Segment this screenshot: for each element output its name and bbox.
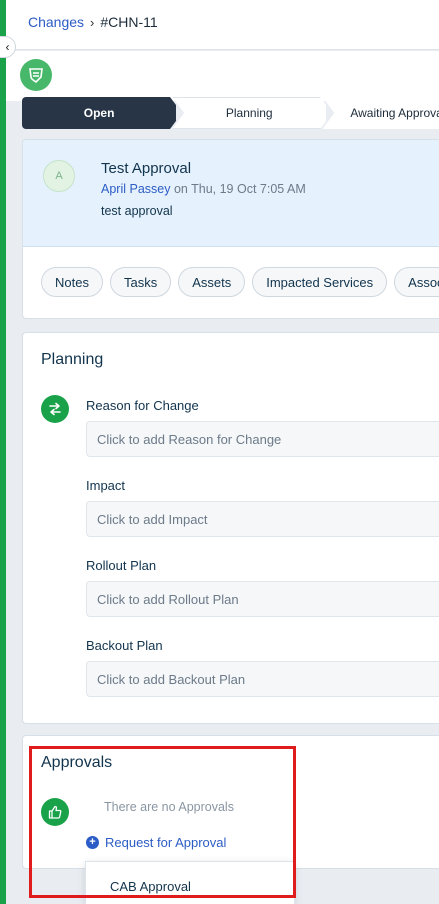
breadcrumb: Changes › #CHN-11 [28, 14, 158, 30]
rollout-plan-field[interactable]: Click to add Rollout Plan [86, 581, 439, 617]
avatar: A [43, 160, 75, 192]
ticket-description: test approval [101, 204, 173, 218]
impact-field[interactable]: Click to add Impact [86, 501, 439, 537]
ticket-title: Test Approval [101, 160, 192, 177]
breadcrumb-separator: › [90, 14, 95, 30]
chevron-left-icon: ‹ [5, 40, 10, 54]
impact-label: Impact [86, 478, 126, 493]
ticket-summary-card: A Test Approval April Passey on Thu, 19 … [22, 139, 439, 319]
shield-icon [29, 68, 43, 84]
toolbar [6, 51, 439, 101]
backout-plan-label: Backout Plan [86, 638, 163, 653]
left-accent-rail [0, 0, 6, 904]
ticket-meta: April Passey on Thu, 19 Oct 7:05 AM [101, 182, 306, 196]
tab-tasks[interactable]: Tasks [109, 267, 172, 297]
approval-type-dropdown: CAB Approval [85, 861, 295, 904]
request-approval-button[interactable]: + Request for Approval [86, 835, 226, 850]
step-awaiting-approval[interactable]: Awaiting Approval [322, 97, 439, 129]
plus-circle-icon: + [86, 836, 99, 849]
tab-associations[interactable]: Associations [394, 267, 439, 297]
breadcrumb-current: #CHN-11 [100, 14, 158, 30]
step-planning[interactable]: Planning [172, 97, 327, 129]
breadcrumb-changes-link[interactable]: Changes [28, 14, 84, 30]
author-link[interactable]: April Passey [101, 182, 170, 196]
tab-impacted-services[interactable]: Impacted Services [252, 267, 388, 297]
status-stepper: Open Planning Awaiting Approval [22, 97, 439, 129]
planning-section: Planning Reason for Change Click to add … [22, 332, 439, 724]
approvals-section: Approvals There are no Approvals + Reque… [22, 735, 439, 869]
step-label: Planning [225, 106, 273, 120]
thumbs-up-icon [41, 798, 69, 826]
dropdown-item-cab-approval[interactable]: CAB Approval [110, 879, 191, 894]
ticket-header: A Test Approval April Passey on Thu, 19 … [23, 140, 439, 247]
page-header: Changes › #CHN-11 [6, 0, 439, 50]
change-module-icon[interactable] [20, 59, 52, 91]
tab-notes[interactable]: Notes [41, 267, 103, 297]
section-title: Approvals [41, 754, 113, 771]
reason-for-change-label: Reason for Change [86, 398, 199, 413]
section-title: Planning [41, 351, 104, 368]
backout-plan-field[interactable]: Click to add Backout Plan [86, 661, 439, 697]
step-open[interactable]: Open [22, 97, 177, 129]
tab-assets[interactable]: Assets [178, 267, 246, 297]
rollout-plan-label: Rollout Plan [86, 558, 157, 573]
reason-for-change-field[interactable]: Click to add Reason for Change [86, 421, 439, 457]
empty-approvals-text: There are no Approvals [104, 800, 234, 814]
step-label: Awaiting Approval [350, 106, 439, 120]
ticket-timestamp: on Thu, 19 Oct 7:05 AM [170, 182, 306, 196]
step-label: Open [83, 106, 115, 120]
swap-arrows-icon [41, 395, 69, 423]
request-approval-label: Request for Approval [105, 835, 227, 850]
ticket-tabs: Notes Tasks Assets Impacted Services Ass… [41, 267, 439, 297]
